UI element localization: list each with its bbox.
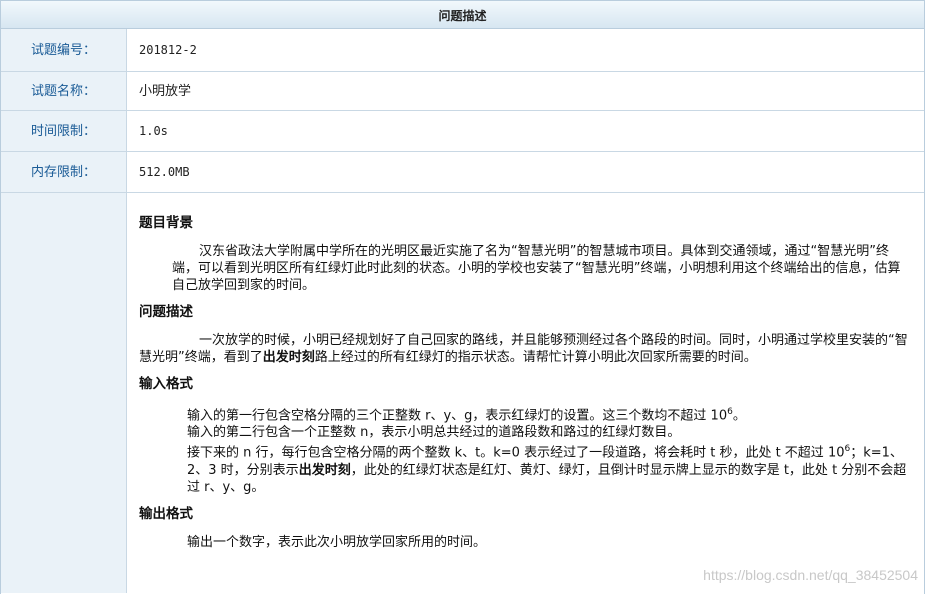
problem-description: 题目背景 汉东省政法大学附属中学所在的光明区最近实施了名为“智慧光明”的智慧城市… xyxy=(1,193,924,593)
meta-label: 试题编号： xyxy=(1,29,127,71)
section-heading: 题目背景 xyxy=(139,215,193,231)
section-background: 题目背景 汉东省政法大学附属中学所在的光明区最近实施了名为“智慧光明”的智慧城市… xyxy=(139,211,910,294)
meta-value-id: 201812-2 xyxy=(139,43,197,57)
meta-label: 时间限制： xyxy=(1,111,127,151)
problem-panel: 问题描述 试题编号： 201812-2 试题名称： 小明放学 时间限制： 1.0… xyxy=(0,0,925,594)
description-body: 题目背景 汉东省政法大学附属中学所在的光明区最近实施了名为“智慧光明”的智慧城市… xyxy=(127,193,924,593)
meta-row-name: 试题名称： 小明放学 xyxy=(1,72,924,111)
section-text: 输入的第一行包含空格分隔的三个正整数 r、y、g，表示红绿灯的设置。这三个数均不… xyxy=(187,407,907,495)
meta-row-id: 试题编号： 201812-2 xyxy=(1,29,924,72)
section-heading: 输入格式 xyxy=(139,376,193,392)
meta-value-name: 小明放学 xyxy=(139,84,192,99)
section-problem: 问题描述 一次放学的时候，小明已经规划好了自己回家的路线，并且能够预测经过各个路… xyxy=(139,300,910,366)
section-heading: 输出格式 xyxy=(139,505,193,522)
meta-label: 内存限制： xyxy=(1,152,127,192)
meta-label: 试题名称： xyxy=(1,72,127,110)
watermark: https://blog.csdn.net/qq_38452504 xyxy=(703,567,918,583)
section-text: 汉东省政法大学附属中学所在的光明区最近实施了名为“智慧光明”的智慧城市项目。具体… xyxy=(172,244,901,293)
section-text: 输出一个数字，表示此次小明放学回家所用的时间。 xyxy=(187,534,487,550)
description-label-cell xyxy=(1,193,127,593)
emphasis: 出发时刻 xyxy=(298,462,351,478)
meta-value-time-limit: 1.0s xyxy=(139,124,168,138)
meta-value-memory-limit: 512.0MB xyxy=(139,165,190,179)
section-text: 一次放学的时候，小明已经规划好了自己回家的路线，并且能够预测经过各个路段的时间。… xyxy=(139,333,908,365)
emphasis: 出发时刻 xyxy=(262,350,315,365)
section-input: 输入格式 输入的第一行包含空格分隔的三个正整数 r、y、g，表示红绿灯的设置。这… xyxy=(139,372,910,496)
section-output: 输出格式 输出一个数字，表示此次小明放学回家所用的时间。 xyxy=(139,502,910,551)
section-heading: 问题描述 xyxy=(139,304,193,320)
meta-row-time-limit: 时间限制： 1.0s xyxy=(1,111,924,152)
panel-title: 问题描述 xyxy=(1,0,924,29)
meta-row-memory-limit: 内存限制： 512.0MB xyxy=(1,152,924,193)
